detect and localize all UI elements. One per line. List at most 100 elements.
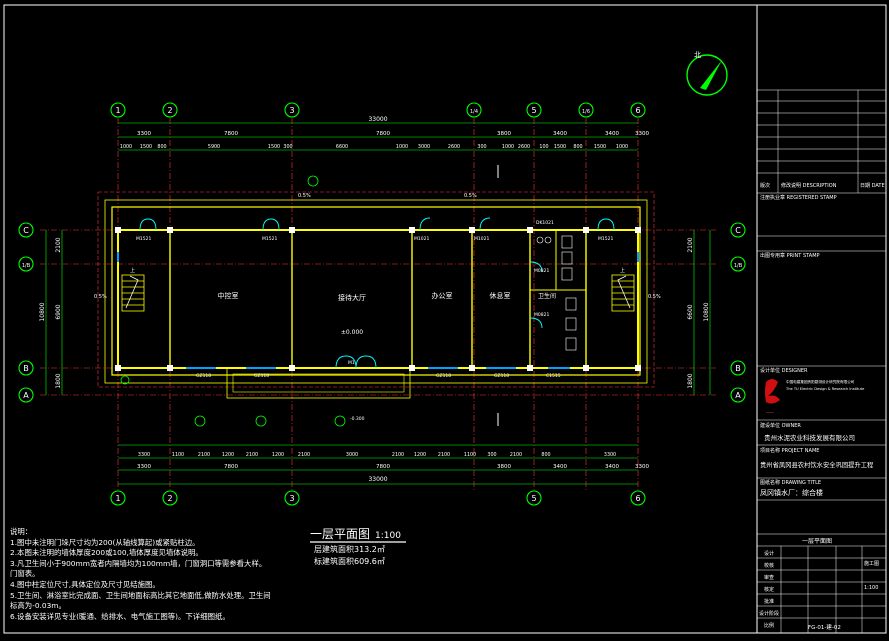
- designer-logo: 一一: [765, 379, 780, 415]
- column-1-1: [167, 365, 173, 371]
- note-line: 说明：: [10, 527, 33, 536]
- tag-door-6: M0821: [534, 268, 549, 274]
- dim-bottom-detail-0: 3300: [138, 452, 150, 458]
- dim-bottom-detail-11: 1100: [464, 452, 476, 458]
- axis-bubble-top-5-label: 1/6: [582, 109, 590, 115]
- dim-top-detail-9: 2600: [448, 144, 460, 150]
- room-rest: 休息室: [490, 291, 511, 300]
- note-line: 标高为-0.03m。: [10, 601, 66, 611]
- column-2-0: [289, 227, 295, 233]
- dim-top-detail-0: 1000: [120, 144, 132, 150]
- dim-top-detail-16: 1500: [594, 144, 606, 150]
- drawing-label: 图纸名称 DRAWING TITLE: [760, 479, 821, 486]
- dim-top-detail: 1000 1500 800 5900 1500 300 6600 1000 3000 2600 30…: [120, 144, 628, 150]
- axis-bubble-bottom-0-label: 1: [115, 494, 120, 503]
- axis-bubble-right-0-label: C: [735, 226, 741, 235]
- sheet-title: 一层平面图: [802, 538, 832, 545]
- titleblock-grid: [757, 89, 886, 633]
- structural-columns: [115, 227, 641, 371]
- note-line: 1.图中未注明门垛尺寸均为200(从轴线算起)或紧贴柱边。: [10, 537, 200, 547]
- project-name: 贵州省凤冈县农村饮水安全巩固提升工程: [760, 460, 874, 469]
- dim-bottom-detail-15: 3300: [604, 452, 616, 458]
- axis-bubble-bottom-1-label: 2: [167, 494, 172, 503]
- room-toilet: 卫生间: [538, 292, 556, 300]
- area-total: 标建筑面积609.6㎡: [314, 556, 385, 566]
- axis-bubble-top-1-label: 2: [167, 106, 172, 115]
- stamp-label: 注册执业章 REGISTERED STAMP: [760, 194, 837, 201]
- column-2-1: [289, 365, 295, 371]
- plan-title-block: 一层平面图 1:100 层建筑面积313.2㎡ 标建筑面积609.6㎡: [310, 527, 406, 566]
- dim-bottom-bay-1: 7800: [224, 464, 238, 470]
- column-0-0: [115, 227, 121, 233]
- dim-bottom-detail-2: 2100: [198, 452, 210, 458]
- dim-top-bays: 3300 7800 7800 3800 3400 3400 3300: [137, 131, 649, 137]
- tb-row-2: 审查: [764, 574, 774, 581]
- column-1-0: [167, 227, 173, 233]
- dim-bottom-detail-8: 2100: [392, 452, 404, 458]
- tag-elev-2: -0.300: [350, 416, 365, 422]
- stair-left-up: 上: [130, 267, 135, 274]
- north-label: 北: [694, 51, 701, 59]
- column-5-0: [527, 227, 533, 233]
- tag-window-4: GZ118: [494, 373, 509, 379]
- dim-bottom-detail-14: 800: [541, 452, 550, 458]
- plan-title: 一层平面图: [310, 527, 370, 541]
- room-office: 办公室: [432, 291, 453, 300]
- area-floor: 层建筑面积313.2㎡: [314, 544, 385, 554]
- dim-bottom-detail-1: 1100: [172, 452, 184, 458]
- tb-stage: 施工图: [864, 560, 879, 567]
- slope-right: 0.5%: [464, 193, 477, 199]
- tag-door-2: M1521: [262, 236, 277, 242]
- dim-top-bay-3: 3800: [497, 131, 511, 137]
- dim-top-total: 33000: [368, 116, 387, 123]
- tag-window-2: GZ118: [254, 373, 269, 379]
- dim-bottom-bay-6: 3300: [635, 464, 649, 470]
- dim-top-bay-5: 3400: [605, 131, 619, 137]
- axis-bubble-right-3-label: A: [735, 391, 741, 400]
- tag-door-4: M1021: [474, 236, 489, 242]
- column-6-1: [583, 365, 589, 371]
- tag-window-5: C1515: [546, 373, 561, 379]
- axis-bubble-right-1-label: 1/B: [734, 263, 743, 269]
- owner-name: 贵州水泥农业科技发展有限公司: [764, 433, 855, 442]
- dim-top-bay-0: 3300: [137, 131, 151, 137]
- dim-bottom-bay-3: 3800: [497, 464, 511, 470]
- dim-bottom-detail-7: 3000: [346, 452, 358, 458]
- dim-bottom-detail-12: 300: [487, 452, 496, 458]
- column-0-1: [115, 365, 121, 371]
- column-4-1: [469, 365, 475, 371]
- tb-row-1: 校核: [764, 562, 774, 569]
- dim-top-detail-7: 1000: [396, 144, 408, 150]
- dim-bottom-bay-5: 3400: [605, 464, 619, 470]
- drawing-sheet: 北 33000 3300 7800 7800 3800 3400 3400 3300 100…: [0, 0, 889, 637]
- dim-bottom-bays: 3300 7800 7800 3800 3400 3400 3300: [137, 464, 649, 470]
- dim-bottom-detail-4: 2100: [246, 452, 258, 458]
- dim-left-part-1: 2100: [55, 237, 62, 252]
- dim-bottom-detail-3: 1200: [222, 452, 234, 458]
- tb-row-6: 比例: [764, 622, 774, 629]
- axis-bubble-left-2-label: B: [23, 364, 29, 373]
- dim-bottom-bay-0: 3300: [137, 464, 151, 470]
- column-7-1: [635, 365, 641, 371]
- dim-left-part-3: 1800: [55, 373, 62, 388]
- tb-row-3: 核定: [764, 586, 774, 593]
- dim-top-bay-4: 3400: [553, 131, 567, 137]
- rev-col-2: 修改说明 DESCRIPTION: [781, 182, 837, 189]
- stair-right-up: 上: [620, 267, 625, 274]
- dim-bottom-bay-4: 3400: [553, 464, 567, 470]
- dim-top-detail-15: 800: [573, 144, 582, 150]
- dim-top-bay-1: 7800: [224, 131, 238, 137]
- axis-bubble-top-0-label: 1: [115, 106, 120, 115]
- dim-top-detail-3: 5900: [208, 144, 220, 150]
- dim-bottom-total: 33000: [368, 476, 387, 483]
- project-label: 项目名称 PROJECT NAME: [760, 447, 819, 454]
- tag-door-8: DK1021: [536, 220, 554, 226]
- dim-top-detail-12: 2600: [518, 144, 530, 150]
- tb-sheet-no: FG-01-建-02: [808, 623, 841, 631]
- axis-bubble-top-2-label: 3: [289, 106, 294, 115]
- dim-bottom-detail-13: 2100: [510, 452, 522, 458]
- dim-left-total: 10800: [39, 302, 46, 321]
- logo-caption: 一一: [766, 410, 774, 415]
- note-line: 3.凡卫生间小于900mm宽者内隔墙均为100mm墙，门窗洞口等需参看大样。: [10, 558, 267, 568]
- axis-bubble-right-2-label: B: [735, 364, 741, 373]
